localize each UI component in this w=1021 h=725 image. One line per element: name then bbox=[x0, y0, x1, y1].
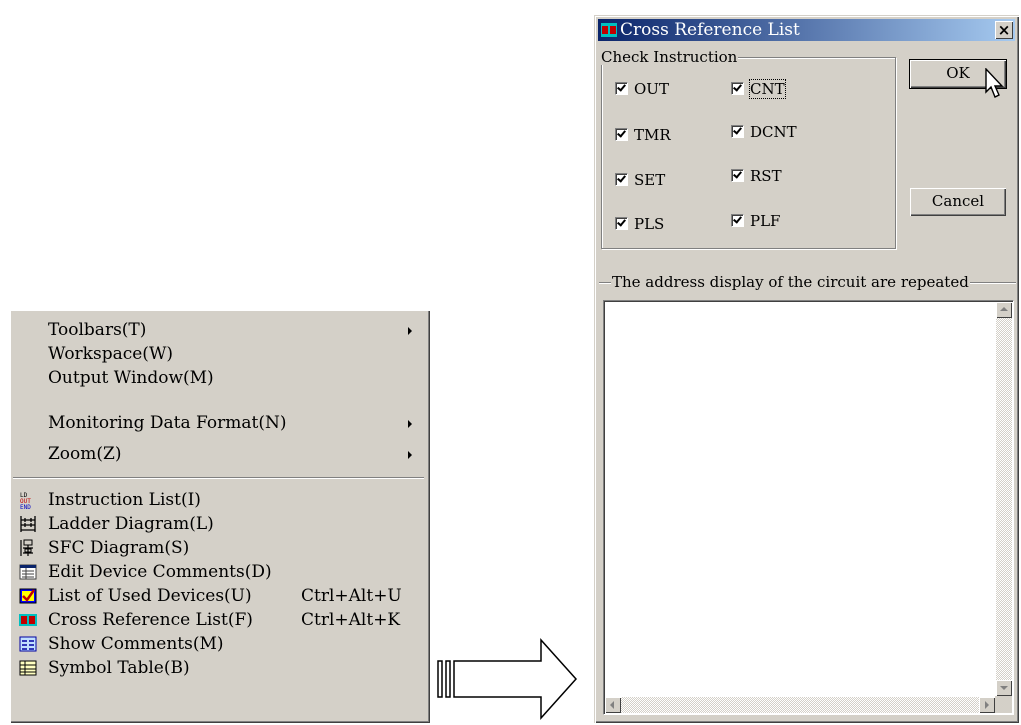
menu-item-label: Output Window(M) bbox=[48, 368, 214, 388]
checkbox-label: SET bbox=[634, 171, 666, 189]
checkbox-box[interactable] bbox=[731, 125, 744, 138]
used-devices-icon bbox=[19, 588, 37, 604]
menu-item-label: Workspace(W) bbox=[48, 344, 174, 364]
vertical-scrollbar[interactable] bbox=[996, 302, 1012, 696]
menu-item-label: Toolbars(T) bbox=[48, 320, 147, 340]
list-group-label: The address display of the circuit are r… bbox=[611, 273, 970, 291]
menu-item-shortcut: Ctrl+Alt+U bbox=[301, 586, 402, 606]
checkbox-label: OUT bbox=[634, 80, 669, 98]
arrow-down-icon bbox=[1000, 686, 1008, 690]
menu-item-label: Show Comments(M) bbox=[48, 634, 224, 654]
cross-reference-dialog: Cross Reference List × Check Instruction… bbox=[594, 15, 1019, 723]
mouse-pointer-icon bbox=[985, 68, 1004, 98]
menu-item-shortcut: Ctrl+Alt+K bbox=[301, 610, 401, 630]
instruction-list-icon: LD OUT END bbox=[20, 492, 31, 509]
checkbox-label: DCNT bbox=[750, 123, 797, 141]
checkbox-box[interactable] bbox=[731, 169, 744, 182]
close-button[interactable]: × bbox=[995, 21, 1013, 39]
checkbox-box[interactable] bbox=[615, 82, 628, 95]
menu-item-label: Cross Reference List(F) bbox=[48, 610, 253, 630]
checkbox-box[interactable] bbox=[731, 214, 744, 227]
menu-item-label: Zoom(Z) bbox=[48, 444, 122, 464]
menu-item-sfc-diagram[interactable]: SFC Diagram(S) bbox=[11, 536, 426, 560]
checkbox-box[interactable] bbox=[615, 173, 628, 186]
checkbox-box[interactable] bbox=[615, 128, 628, 141]
arrow-left-icon bbox=[610, 701, 614, 709]
menu-item-label: List of Used Devices(U) bbox=[48, 586, 252, 606]
menu-item-output-window[interactable]: Output Window(M) bbox=[11, 366, 426, 390]
checkbox-label: PLF bbox=[750, 212, 781, 230]
ladder-diagram-icon bbox=[20, 516, 36, 532]
svg-text:END: END bbox=[20, 504, 31, 509]
menu-item-zoom[interactable]: Zoom(Z) bbox=[11, 442, 426, 466]
checkbox-label: RST bbox=[750, 167, 782, 185]
horizontal-scrollbar[interactable] bbox=[605, 697, 995, 713]
menu-item-label: Symbol Table(B) bbox=[48, 658, 190, 678]
checkbox-label: CNT bbox=[749, 79, 786, 99]
title-bar[interactable]: Cross Reference List × bbox=[598, 19, 1015, 41]
view-menu: Toolbars(T) Workspace(W) Output Window(M… bbox=[10, 310, 429, 722]
checkbox-box[interactable] bbox=[731, 82, 744, 95]
scrollbar-corner bbox=[995, 696, 1012, 713]
menu-item-symbol-table[interactable]: Symbol Table(B) bbox=[11, 656, 426, 680]
menu-item-label: Instruction List(I) bbox=[48, 490, 201, 510]
checkbox-label: PLS bbox=[634, 215, 665, 233]
close-icon: × bbox=[997, 21, 1011, 39]
cross-reference-icon bbox=[19, 614, 37, 626]
arrow-right-icon bbox=[985, 701, 989, 709]
menu-item-workspace[interactable]: Workspace(W) bbox=[11, 342, 426, 366]
symbol-table-icon bbox=[19, 660, 37, 676]
menu-item-ladder-diagram[interactable]: Ladder Diagram(L) bbox=[11, 512, 426, 536]
sfc-diagram-icon bbox=[20, 539, 33, 556]
cancel-button[interactable]: Cancel bbox=[910, 188, 1006, 216]
menu-item-label: Monitoring Data Format(N) bbox=[48, 413, 287, 433]
transition-arrow-icon bbox=[437, 638, 578, 720]
scroll-left-button[interactable] bbox=[605, 697, 621, 713]
menu-item-list-of-used-devices[interactable]: List of Used Devices(U) Ctrl+Alt+U bbox=[11, 584, 426, 608]
checkbox-box[interactable] bbox=[615, 217, 628, 230]
submenu-arrow-icon bbox=[408, 327, 412, 335]
menu-item-edit-device-comments[interactable]: Edit Device Comments(D) bbox=[11, 560, 426, 584]
menu-item-instruction-list[interactable]: LD OUT END Instruction List(I) bbox=[11, 488, 426, 512]
checkbox-label: TMR bbox=[634, 126, 671, 144]
submenu-arrow-icon bbox=[408, 420, 412, 428]
scroll-down-button[interactable] bbox=[996, 680, 1012, 696]
menu-item-toolbars[interactable]: Toolbars(T) bbox=[11, 318, 426, 342]
menu-item-label: Ladder Diagram(L) bbox=[48, 514, 214, 534]
scroll-right-button[interactable] bbox=[979, 697, 995, 713]
check-instruction-label: Check Instruction bbox=[600, 48, 739, 66]
address-list[interactable] bbox=[603, 300, 1014, 715]
show-comments-icon bbox=[19, 636, 37, 652]
dialog-title: Cross Reference List bbox=[620, 20, 800, 40]
menu-item-label: Edit Device Comments(D) bbox=[48, 562, 272, 582]
menu-item-cross-reference-list[interactable]: Cross Reference List(F) Ctrl+Alt+K bbox=[11, 608, 426, 632]
submenu-arrow-icon bbox=[408, 451, 412, 459]
cross-reference-icon bbox=[601, 23, 617, 37]
menu-separator bbox=[13, 477, 424, 479]
menu-item-monitoring-data-format[interactable]: Monitoring Data Format(N) bbox=[11, 411, 426, 435]
device-comments-icon bbox=[19, 564, 37, 580]
scroll-up-button[interactable] bbox=[996, 302, 1012, 318]
menu-item-show-comments[interactable]: Show Comments(M) bbox=[11, 632, 426, 656]
arrow-up-icon bbox=[1000, 307, 1008, 311]
menu-item-label: SFC Diagram(S) bbox=[48, 538, 190, 558]
